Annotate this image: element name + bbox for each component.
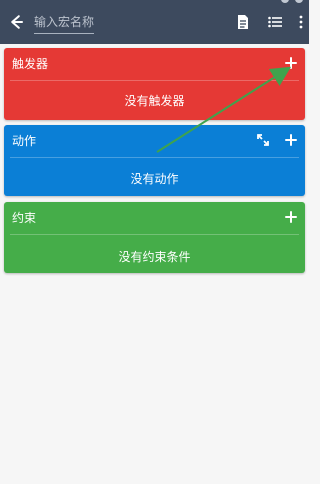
constraint-empty-text: 没有约束条件 — [118, 250, 191, 264]
add-action-plus-icon[interactable] — [283, 132, 299, 148]
constraint-header: 约束 — [4, 202, 305, 234]
action-divider — [10, 157, 299, 158]
action-empty-text: 没有动作 — [130, 172, 179, 186]
app-bar: 输入宏名称 — [0, 0, 309, 44]
trigger-section-label: 触发器 — [12, 57, 49, 71]
constraint-divider — [10, 234, 299, 235]
trigger-header: 触发器 — [4, 48, 305, 80]
more-vert-icon[interactable] — [294, 12, 308, 32]
action-section-label: 动作 — [12, 134, 37, 148]
document-icon[interactable] — [233, 12, 253, 32]
constraint-section-label: 约束 — [12, 211, 37, 225]
macro-name-input[interactable]: 输入宏名称 — [34, 13, 94, 34]
action-header: 动作 — [4, 125, 305, 157]
trigger-card: 触发器 没有触发器 — [4, 48, 305, 120]
constraint-card: 约束 没有约束条件 — [4, 202, 305, 273]
expand-icon[interactable] — [255, 132, 271, 148]
trigger-divider — [10, 80, 299, 81]
status-bar-fragment — [281, 0, 303, 4]
add-constraint-plus-icon[interactable] — [283, 209, 299, 225]
back-arrow-icon[interactable] — [6, 11, 26, 33]
trigger-empty-text: 没有触发器 — [124, 94, 185, 108]
status-dot-icon — [281, 0, 289, 3]
add-trigger-plus-icon[interactable] — [283, 55, 299, 71]
action-card: 动作 没有动作 — [4, 125, 305, 196]
macro-name-placeholder: 输入宏名称 — [34, 15, 95, 29]
list-icon[interactable] — [265, 12, 285, 32]
status-dot-icon — [295, 0, 303, 3]
